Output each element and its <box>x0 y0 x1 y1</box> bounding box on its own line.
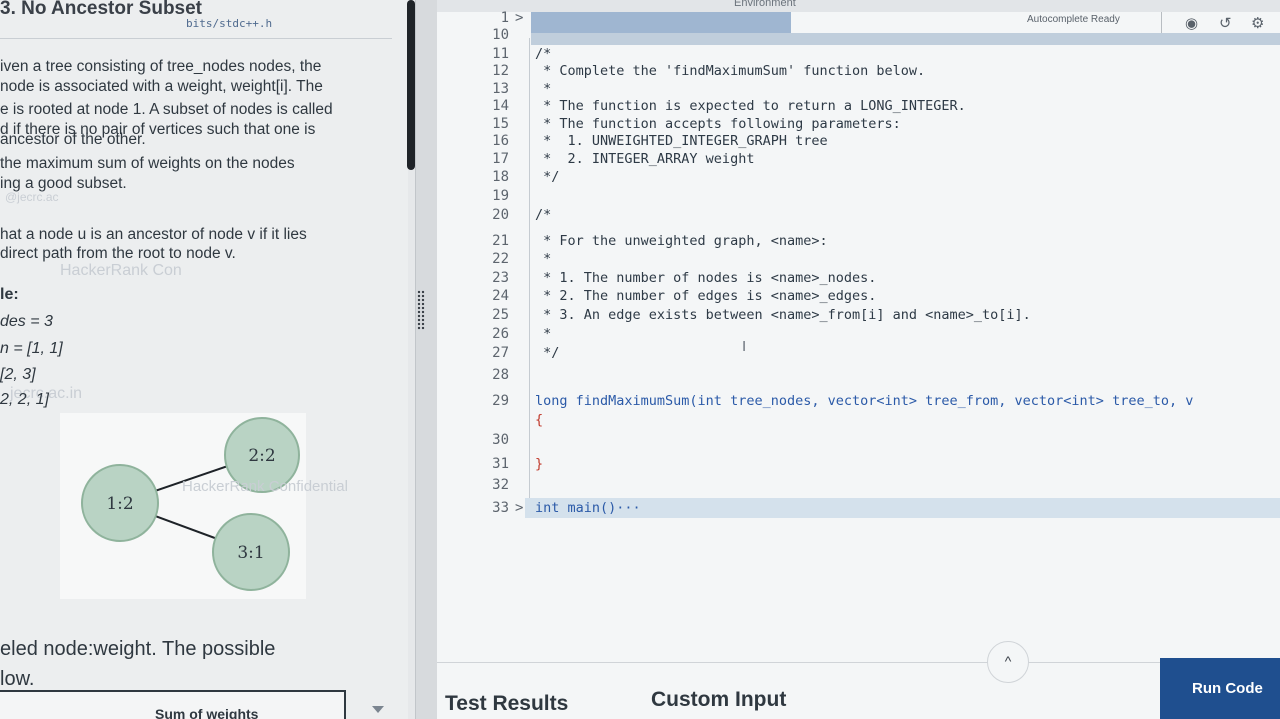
reset-icon[interactable]: ↺ <box>1219 14 1232 32</box>
example-row: des = 3 <box>0 313 53 330</box>
problem-line-3: e is rooted at node 1. A subset of nodes… <box>0 101 333 118</box>
line-number: 27 <box>492 345 509 361</box>
fold-toggle-icon[interactable]: > <box>515 10 523 26</box>
line-number: 26 <box>492 326 509 342</box>
problem-line-1: iven a tree consisting of tree_nodes nod… <box>0 58 322 75</box>
node-2-label: 2:2 <box>248 446 275 466</box>
line-number: 16 <box>492 133 509 149</box>
line-number: 21 <box>492 233 509 249</box>
line-number: 10 <box>492 27 509 43</box>
settings-icon[interactable]: ⚙ <box>1251 14 1264 32</box>
watermark: @jecrc.ac <box>5 190 59 204</box>
problem-line-5: ancestor of the other. <box>0 131 146 148</box>
code-line[interactable]: /* <box>535 207 551 223</box>
caption-line-1: eled node:weight. The possible <box>0 638 276 660</box>
toolbar-separator <box>1161 12 1162 34</box>
fold-toggle-icon[interactable]: > <box>515 500 523 516</box>
problem-panel: 3. No Ancestor Subset iven a tree consis… <box>0 0 408 719</box>
code-line[interactable]: * <box>535 251 551 267</box>
code-line[interactable]: * 1. UNWEIGHTED_INTEGER_GRAPH tree <box>535 133 827 149</box>
problem-line-6: the maximum sum of weights on the nodes <box>0 155 295 172</box>
line-number: 12 <box>492 63 509 79</box>
code-line[interactable]: */ <box>535 169 559 185</box>
line-number: 32 <box>492 477 509 493</box>
code-line[interactable]: * <box>535 326 551 342</box>
watermark: HackerRank Confidential <box>182 478 348 495</box>
code-line[interactable]: */ <box>535 345 559 361</box>
code-line[interactable]: { <box>535 412 543 428</box>
problem-line-8: hat a node u is an ancestor of node v if… <box>0 226 307 243</box>
caption-line-2: low. <box>0 668 35 690</box>
run-code-button[interactable]: Run Code <box>1160 658 1280 719</box>
line-number: 33 <box>492 500 509 516</box>
panel-divider[interactable] <box>415 0 437 719</box>
file-tab[interactable] <box>531 12 791 34</box>
line-number: 25 <box>492 307 509 323</box>
gutter-divider <box>529 38 530 508</box>
code-editor[interactable]: Environment Autocomplete Ready ◉ ↺ ⚙ I 1… <box>437 0 1280 662</box>
line-number: 17 <box>492 151 509 167</box>
line-number: 1 <box>500 10 509 26</box>
example-row: 2, 2, 1] <box>0 391 49 408</box>
problem-line-2: node is associated with a weight, weight… <box>0 78 323 95</box>
title-divider <box>0 38 392 39</box>
node-3-label: 3:1 <box>237 543 264 563</box>
line-number: 30 <box>492 432 509 448</box>
code-line[interactable]: * The function accepts following paramet… <box>535 116 901 132</box>
line-number: 14 <box>492 98 509 114</box>
code-line[interactable]: * Complete the 'findMaximumSum' function… <box>535 63 925 79</box>
line-number: 11 <box>492 46 509 62</box>
code-line[interactable]: /* <box>535 46 551 62</box>
code-line[interactable]: int main()··· <box>535 500 641 516</box>
line-number: 23 <box>492 270 509 286</box>
example-label: le: <box>0 286 19 303</box>
code-line[interactable]: long findMaximumSum(int tree_nodes, vect… <box>535 393 1193 409</box>
node-1-label: 1:2 <box>106 494 133 514</box>
problem-line-9: direct path from the root to node v. <box>0 245 236 262</box>
text-cursor-icon: I <box>742 338 747 355</box>
code-line[interactable]: * <box>535 81 551 97</box>
line-number: 28 <box>492 367 509 383</box>
line-number: 20 <box>492 207 509 223</box>
line-number: 31 <box>492 456 509 472</box>
code-line[interactable]: * 1. The number of nodes is <name>_nodes… <box>535 270 876 286</box>
theme-icon[interactable]: ◉ <box>1185 14 1198 32</box>
line-number: 18 <box>492 169 509 185</box>
problem-title: 3. No Ancestor Subset <box>0 0 203 19</box>
autocomplete-status: Autocomplete Ready <box>1027 14 1120 25</box>
scroll-down-arrow-icon[interactable] <box>372 706 384 713</box>
tree-graph: 1:2 2:2 3:1 <box>81 417 300 591</box>
line-number: 29 <box>492 393 509 409</box>
code-line[interactable]: * For the unweighted graph, <name>: <box>535 233 827 249</box>
line-number: 15 <box>492 116 509 132</box>
code-line[interactable]: * 2. The number of edges is <name>_edges… <box>535 288 876 304</box>
run-code-label: Run Code <box>1192 680 1263 697</box>
editor-topbar <box>437 0 1280 12</box>
example-row: n = [1, 1] <box>0 340 63 357</box>
line-number: 19 <box>492 188 509 204</box>
file-tab-strip <box>531 33 1280 45</box>
tab-test-results[interactable]: Test Results <box>445 692 568 716</box>
line-number: 22 <box>492 251 509 267</box>
environment-tab[interactable]: Environment <box>734 0 796 9</box>
problem-scrollbar[interactable] <box>407 0 415 170</box>
watermark: HackerRank Con <box>60 262 182 279</box>
tab-custom-input[interactable]: Custom Input <box>651 688 786 712</box>
code-line[interactable]: * 3. An edge exists between <name>_from[… <box>535 307 1031 323</box>
line-number: 24 <box>492 288 509 304</box>
table-header-sum-of-weights: Sum of weights <box>155 706 259 719</box>
code-line[interactable]: * The function is expected to return a L… <box>535 98 966 114</box>
file-tab-label[interactable]: bits/stdc++.h <box>186 17 272 30</box>
line-number: 13 <box>492 81 509 97</box>
collapse-panel-button[interactable]: ^ <box>987 641 1029 683</box>
code-line[interactable]: * 2. INTEGER_ARRAY weight <box>535 151 754 167</box>
example-row: [2, 3] <box>0 366 36 383</box>
code-line[interactable]: } <box>535 456 543 472</box>
drag-handle-icon[interactable] <box>417 290 425 330</box>
